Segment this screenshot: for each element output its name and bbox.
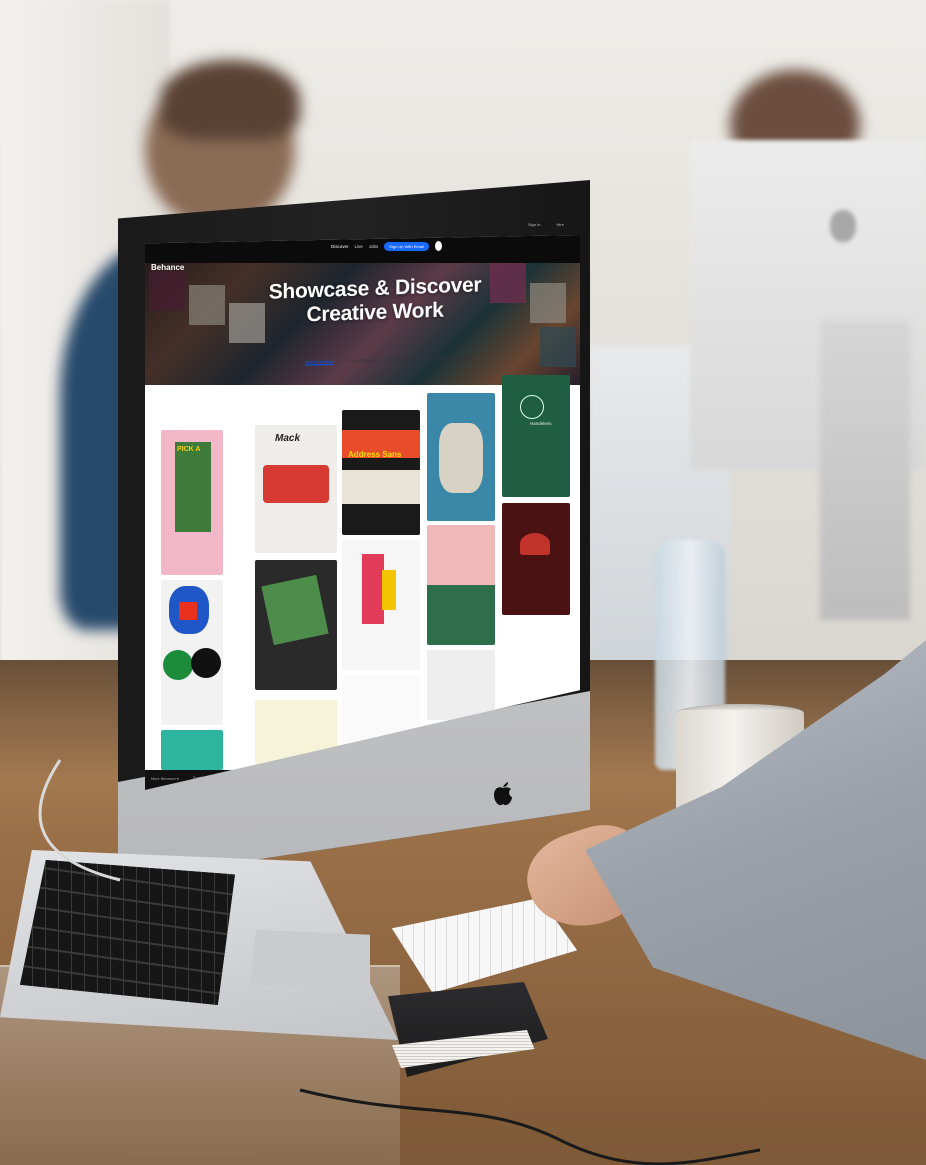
cables [38,759,761,1165]
photo-scene: Discover Live Jobs Sign Up With Email Be… [0,0,926,1165]
